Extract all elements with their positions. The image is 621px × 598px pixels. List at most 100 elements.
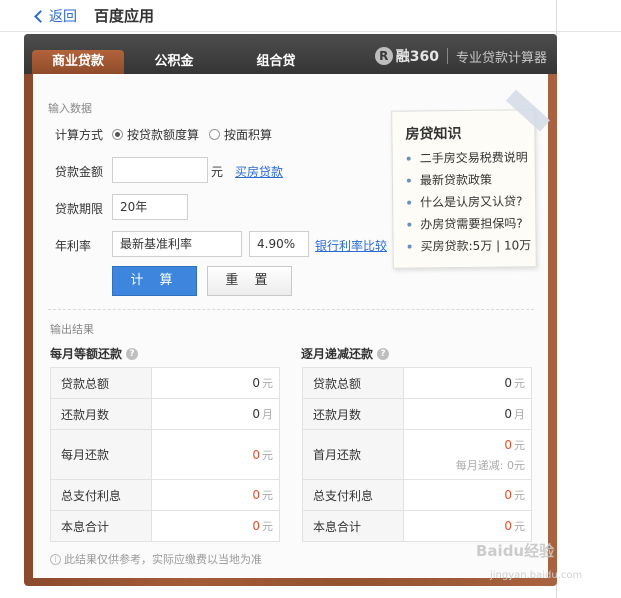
bullet-icon (407, 244, 412, 249)
rate-label: 年利率 (55, 239, 92, 253)
term-label: 贷款期限 (55, 202, 104, 216)
reset-button[interactable]: 重 置 (207, 266, 292, 296)
unit: 元 (514, 438, 525, 452)
equal-payment-heading: 每月等额还款 ? (50, 345, 139, 362)
table-row: 本息合计 0元 (50, 510, 280, 542)
amount-input[interactable] (112, 157, 208, 183)
section-divider (48, 309, 534, 310)
decreasing-payment-title: 逐月递减还款 (301, 347, 374, 361)
page-title: 百度应用 (94, 7, 155, 25)
table-row: 总支付利息 0元 (50, 479, 280, 511)
bullet-icon (406, 156, 411, 161)
value: 0 (504, 376, 512, 390)
table-cell-label: 还款月数 (302, 398, 404, 430)
knowledge-item-label: 最新贷款政策 (419, 172, 492, 188)
calculate-button[interactable]: 计 算 (112, 266, 197, 296)
back-label: 返回 (49, 9, 77, 25)
unit: 月 (262, 408, 273, 421)
term-select[interactable]: 20年 (112, 194, 188, 220)
help-icon[interactable]: ? (377, 347, 390, 360)
table-cell-label: 还款月数 (50, 398, 152, 430)
table-cell-label: 本息合计 (302, 510, 404, 542)
table-cell-value: 0元 (403, 367, 532, 399)
unit: 元 (262, 377, 273, 390)
knowledge-list: 二手房交易税费说明 最新贷款政策 什么是认房又认贷? 办房贷需要担保吗? 买房贷… (406, 146, 532, 257)
table-cell-value: 0元 (403, 479, 532, 511)
knowledge-item[interactable]: 二手房交易税费说明 (406, 146, 531, 169)
table-cell-value: 0月 (151, 398, 280, 430)
table-cell-label: 总支付利息 (50, 479, 152, 511)
table-row: 还款月数 0月 (302, 398, 532, 430)
value: 0 (504, 519, 512, 533)
table-row: 贷款总额 0元 (302, 367, 532, 399)
radio-unchecked-icon (209, 129, 220, 140)
watermark-logo: Baidu经验 (476, 542, 555, 560)
table-cell-label: 贷款总额 (302, 367, 404, 399)
method-option-area-label: 按面积算 (224, 128, 273, 142)
knowledge-item[interactable]: 什么是认房又认贷? (407, 190, 531, 213)
table-cell-label: 贷款总额 (50, 367, 152, 399)
tab-housing-fund[interactable]: 公积金 (142, 50, 206, 74)
radio-checked-icon (112, 129, 123, 140)
input-section-title: 输入数据 (48, 102, 92, 115)
rate-compare-link[interactable]: 银行利率比较 (315, 237, 387, 254)
table-row: 还款月数 0月 (50, 398, 280, 430)
table-row: 首月还款 0元 每月递减: 0元 (302, 429, 532, 480)
monthly-decrease-text: 每月递减: 0 (455, 458, 514, 472)
brand-slogan: 专业贷款计算器 (455, 50, 547, 66)
table-cell-value: 0元 (151, 429, 280, 480)
value: 0 (252, 447, 260, 462)
table-cell-label: 每月还款 (50, 429, 152, 480)
tab-commercial-loan[interactable]: 商业贷款 (32, 50, 124, 74)
buy-house-link[interactable]: 买房贷款 (235, 163, 283, 180)
monthly-decrease: 每月递减: 0元 (404, 457, 525, 473)
info-icon: i (50, 553, 61, 565)
table-cell-value: 0元 (151, 510, 280, 542)
rate-type-select[interactable]: 最新基准利率 (112, 231, 242, 257)
brand-logo-icon: R (374, 47, 393, 65)
value: 0 (504, 488, 512, 502)
value: 0 (252, 519, 260, 533)
bullet-icon (407, 222, 412, 227)
table-row: 本息合计 0元 (302, 510, 532, 542)
method-option-area[interactable]: 按面积算 (209, 126, 272, 143)
table-row: 每月还款 0元 (50, 429, 280, 480)
knowledge-item-label: 什么是认房又认贷? (420, 194, 523, 210)
back-button[interactable]: 返回 (34, 6, 77, 26)
bullet-icon (406, 178, 411, 183)
knowledge-item-label: 办房贷需要担保吗? (420, 216, 523, 232)
method-option-amount-label: 按贷款额度算 (127, 128, 200, 142)
knowledge-title: 房贷知识 (405, 126, 462, 143)
knowledge-item[interactable]: 买房贷款:5万 | 10万 (407, 234, 531, 257)
knowledge-item-label: 买房贷款:5万 | 10万 (420, 238, 532, 254)
table-row: 总支付利息 0元 (302, 479, 532, 511)
value: 0 (252, 488, 260, 502)
knowledge-item[interactable]: 最新贷款政策 (406, 168, 531, 191)
watermark-url: jingyan.baidu.com (490, 570, 583, 581)
table-cell-value: 0元 (151, 367, 280, 399)
brand: R 融360 专业贷款计算器 (374, 46, 547, 66)
unit: 月 (514, 408, 525, 421)
brand-separator (446, 48, 448, 64)
output-section-title: 输出结果 (50, 323, 94, 336)
unit: 元 (514, 377, 525, 390)
amount-unit: 元 (211, 165, 224, 179)
equal-payment-table: 贷款总额 0元 还款月数 0月 每月还款 0元 总支付利息 0元 本息合计 0元 (50, 367, 280, 542)
top-nav-bar: 返回 百度应用 (0, 0, 621, 32)
decreasing-payment-table: 贷款总额 0元 还款月数 0月 首月还款 0元 每月递减: 0元 总支付利息 0… (302, 367, 532, 542)
rate-input[interactable]: 4.90% (249, 231, 309, 257)
method-label: 计算方式 (55, 128, 104, 142)
knowledge-item[interactable]: 办房贷需要担保吗? (407, 212, 531, 235)
method-option-amount[interactable]: 按贷款额度算 (112, 126, 199, 143)
knowledge-item-label: 二手房交易税费说明 (419, 150, 528, 166)
value: 0 (252, 376, 260, 390)
table-cell-value: 0元 (151, 479, 280, 511)
table-row: 贷款总额 0元 (50, 367, 280, 399)
table-cell-label: 总支付利息 (302, 479, 404, 511)
disclaimer: i 此结果仅供参考，实际应缴费以当地为准 (50, 551, 262, 567)
amount-label: 贷款金额 (55, 165, 104, 179)
tab-combined-loan[interactable]: 组合贷 (244, 50, 308, 74)
help-icon[interactable]: ? (126, 347, 139, 360)
table-cell-value: 0元 (403, 510, 532, 542)
brand-name: 融360 (395, 49, 439, 65)
